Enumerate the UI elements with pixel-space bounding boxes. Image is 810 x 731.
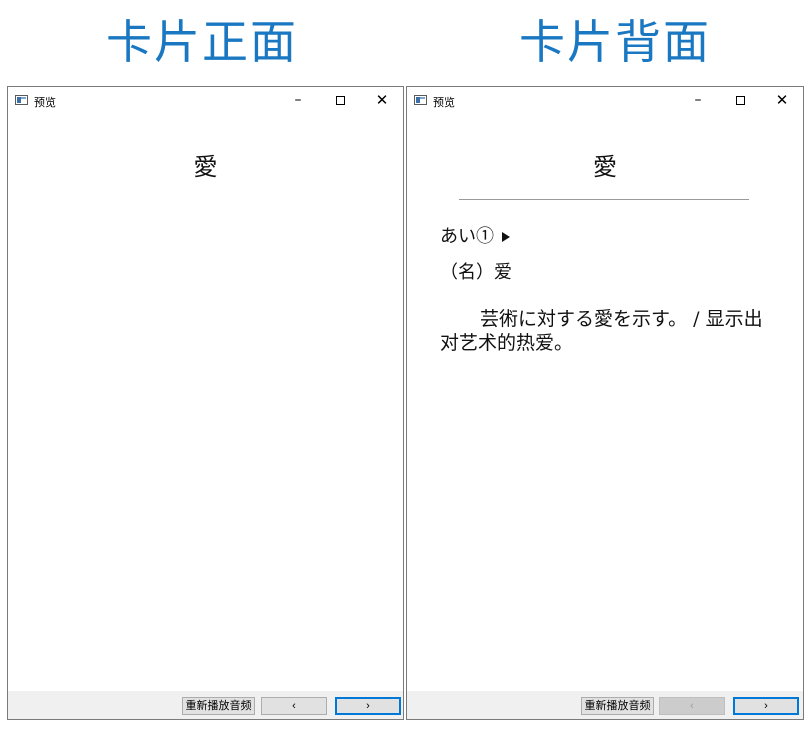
next-card-button[interactable]: ›	[733, 697, 799, 715]
minimize-icon: –	[694, 92, 702, 108]
maximize-button[interactable]	[719, 87, 761, 115]
maximize-icon	[335, 95, 345, 105]
bottom-toolbar: 重新播放音频 ‹ ›	[8, 691, 403, 719]
prev-card-button: ‹	[659, 697, 725, 715]
part-of-speech: （名）爱	[440, 262, 512, 283]
app-window-icon	[15, 95, 28, 105]
example-sentence: 芸術に対する愛を示す。 / 显示出对艺术的热爱。	[440, 308, 763, 354]
reading-text: あい①	[440, 226, 494, 247]
close-button[interactable]: ✕	[361, 87, 403, 115]
window-title: 预览	[433, 96, 455, 109]
app-window-icon	[414, 95, 427, 105]
maximize-icon	[735, 95, 745, 105]
replay-audio-button[interactable]: 重新播放音频	[182, 697, 255, 715]
play-audio-icon[interactable]	[502, 232, 510, 242]
title-bar: 预览 – ✕	[407, 87, 803, 115]
minimize-button[interactable]: –	[277, 87, 319, 115]
preview-window-back: 预览 – ✕ 愛 あい① （名）爱 芸術に対する愛を示す。 / 显示出对艺术的热…	[406, 86, 804, 720]
replay-audio-button[interactable]: 重新播放音频	[581, 697, 654, 715]
maximize-button[interactable]	[319, 87, 361, 115]
card-word: 愛	[193, 153, 218, 181]
minimize-icon: –	[294, 92, 302, 108]
close-button[interactable]: ✕	[761, 87, 803, 115]
prev-card-button[interactable]: ‹	[261, 697, 327, 715]
divider	[459, 199, 749, 200]
next-card-button[interactable]: ›	[335, 697, 401, 715]
minimize-button[interactable]: –	[677, 87, 719, 115]
back-heading: 卡片背面	[519, 15, 711, 69]
preview-window-front: 预览 – ✕ 愛 重新播放音频 ‹ ›	[7, 86, 404, 720]
bottom-toolbar: 重新播放音频 ‹ ›	[407, 691, 803, 719]
window-title: 预览	[34, 96, 56, 109]
title-bar: 预览 – ✕	[8, 87, 403, 115]
front-heading: 卡片正面	[106, 15, 298, 69]
close-icon: ✕	[375, 91, 389, 109]
close-icon: ✕	[775, 91, 789, 109]
card-word: 愛	[593, 153, 617, 181]
reading-line: あい①	[440, 222, 510, 248]
